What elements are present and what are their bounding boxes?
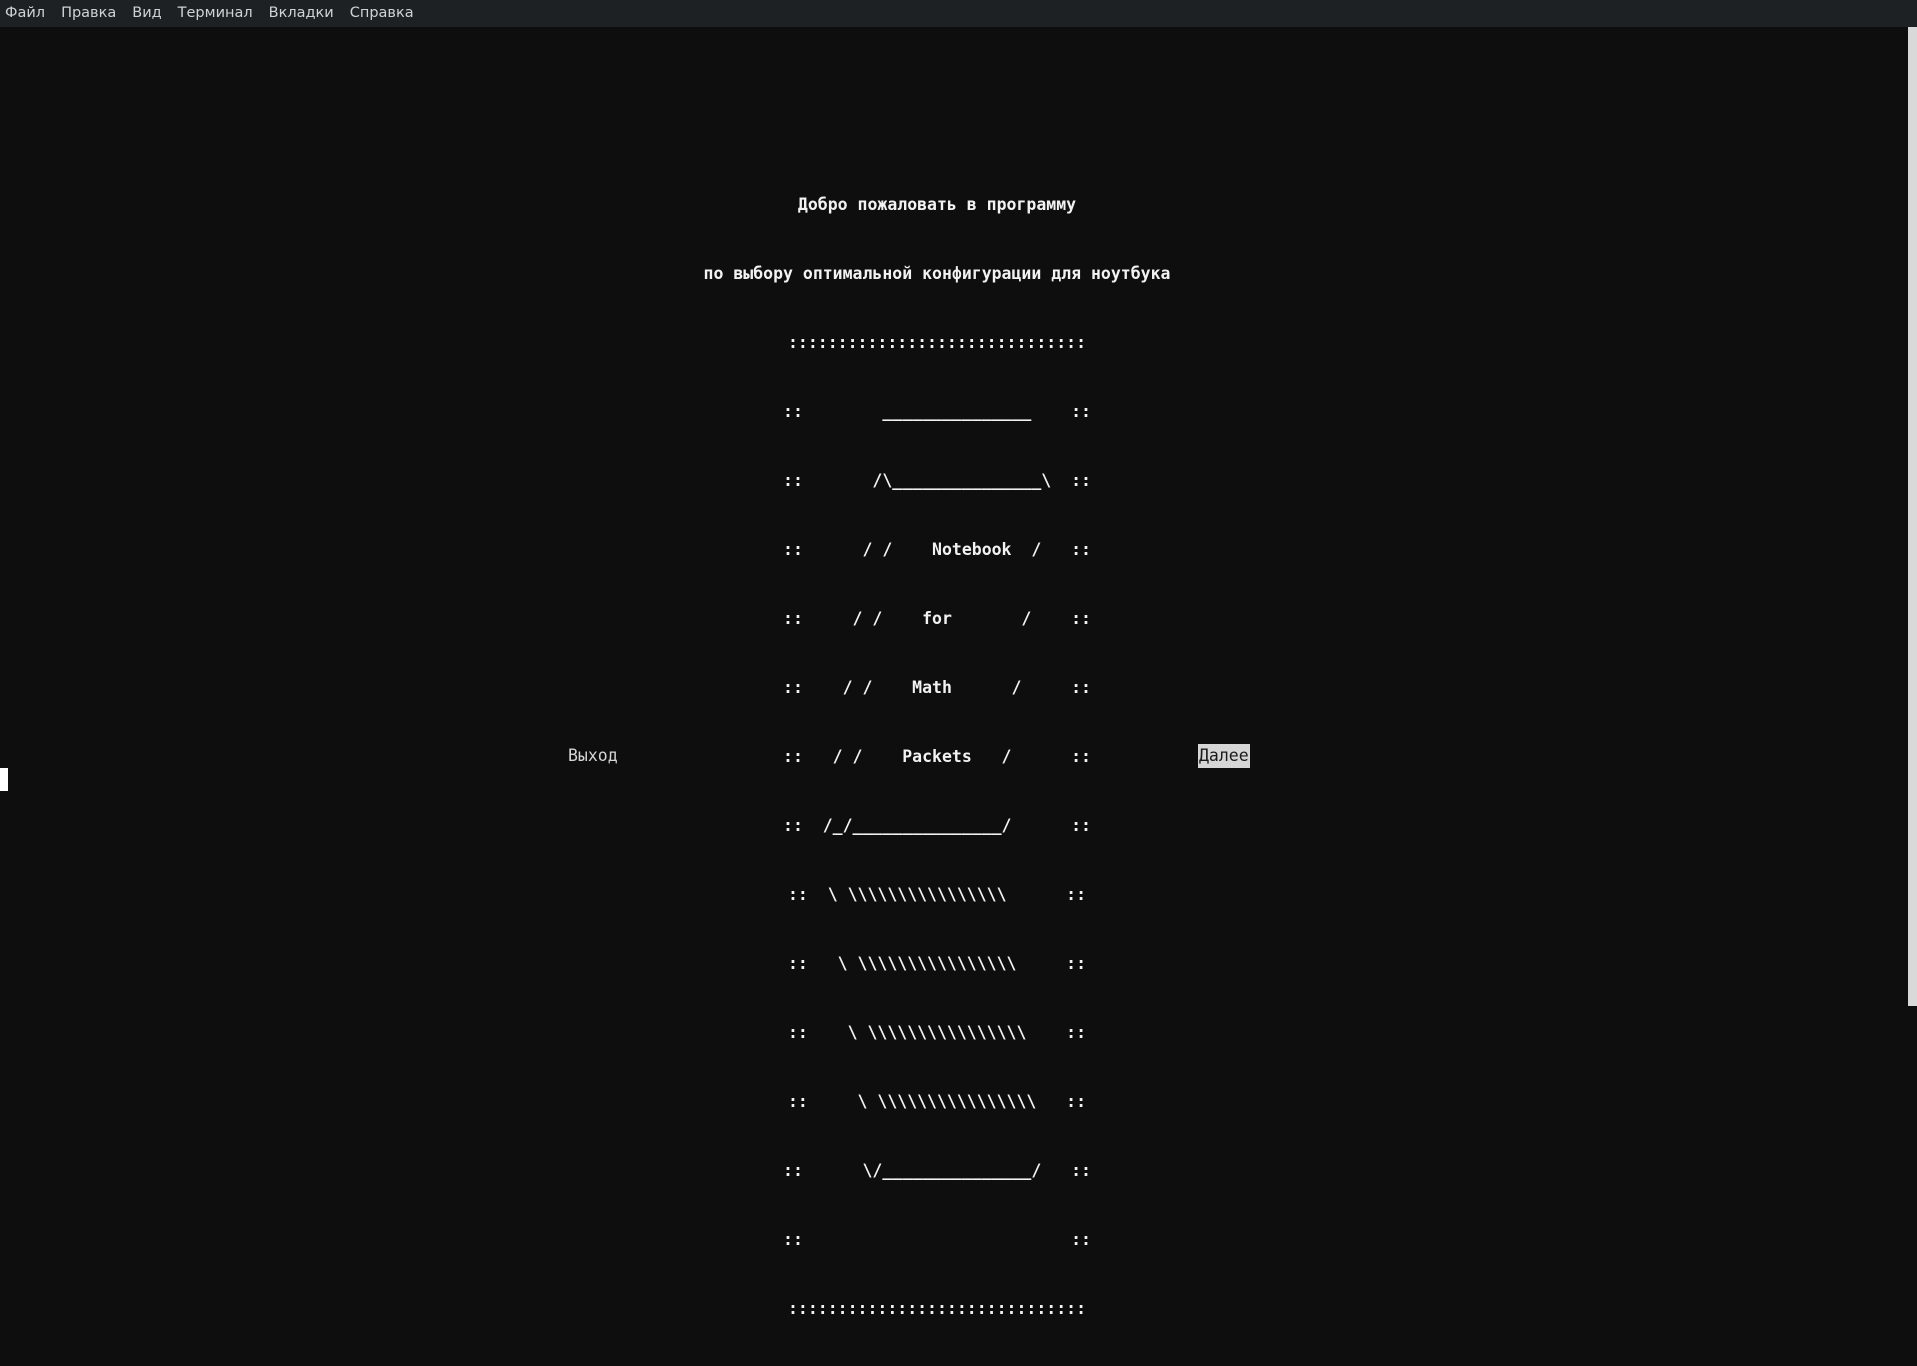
ascii-art-line: :: / / for / :: xyxy=(783,609,1091,628)
ascii-art-line: :: _______________ :: xyxy=(783,402,1091,421)
text-cursor xyxy=(0,768,8,791)
ascii-art-line: :: / / Packets / :: xyxy=(783,747,1091,766)
ascii-art-line: :: \/_______________/ :: xyxy=(783,1161,1091,1180)
menu-tabs[interactable]: Вкладки xyxy=(261,0,342,27)
ascii-art-line: :: \ \\\\\\\\\\\\\\\\ :: xyxy=(787,885,1086,904)
ascii-art-line: :: /_/_______________/ :: xyxy=(783,816,1091,835)
ascii-art-line: :: :: xyxy=(783,1230,1091,1249)
ascii-art-line: :::::::::::::::::::::::::::::: xyxy=(787,1299,1086,1318)
ascii-art-line: :: \ \\\\\\\\\\\\\\\\ :: xyxy=(787,954,1086,973)
ascii-art-line: :: \ \\\\\\\\\\\\\\\\ :: xyxy=(787,1023,1086,1042)
exit-button[interactable]: Выход xyxy=(568,744,618,768)
ascii-art-line: :: / / Notebook / :: xyxy=(783,540,1091,559)
ascii-art-line: :: /\_______________\ :: xyxy=(783,471,1091,490)
scrollbar-thumb[interactable] xyxy=(1908,27,1917,1006)
ascii-art-line: :: / / Math / :: xyxy=(783,678,1091,697)
menu-bar: Файл Правка Вид Терминал Вкладки Справка xyxy=(0,0,1917,27)
scrollbar[interactable] xyxy=(1904,27,1917,1006)
welcome-title: Добро пожаловать в программу xyxy=(797,195,1077,214)
menu-help[interactable]: Справка xyxy=(342,0,422,27)
menu-view[interactable]: Вид xyxy=(124,0,169,27)
welcome-subtitle: по выбору оптимальной конфигурации для н… xyxy=(703,264,1171,283)
menu-file[interactable]: Файл xyxy=(0,0,53,27)
menu-terminal[interactable]: Терминал xyxy=(170,0,261,27)
next-button[interactable]: Далее xyxy=(1198,744,1250,768)
menu-edit[interactable]: Правка xyxy=(53,0,124,27)
welcome-banner: Добро пожаловать в программу по выбору о… xyxy=(0,147,1874,1366)
ascii-art-line: :: \ \\\\\\\\\\\\\\\\ :: xyxy=(787,1092,1086,1111)
ascii-art-line: :::::::::::::::::::::::::::::: xyxy=(787,333,1086,352)
terminal-area[interactable]: Добро пожаловать в программу по выбору о… xyxy=(0,27,1904,1318)
